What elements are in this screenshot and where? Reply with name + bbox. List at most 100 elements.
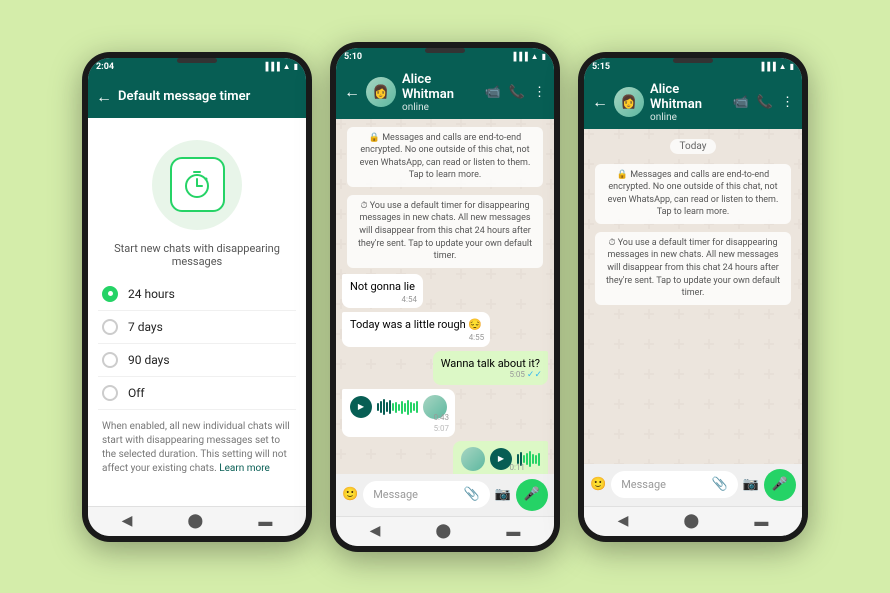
msg-time-1: 4:54 [402,294,417,305]
message-input-2[interactable]: Message 📎 [363,481,490,508]
play-button-received[interactable]: ▶ [350,396,372,418]
signal-icon-2: ▐▐▐ [511,52,528,61]
back-button-3[interactable]: ← [592,92,608,112]
phone-2-screen: 5:10 ▐▐▐ ▲ ▮ ← 👩 Alice Whitman online [336,48,554,546]
battery-icon-3: ▮ [790,62,794,71]
phone-1-screen: 2:04 ▐▐▐ ▲ ▮ ← Default message timer [88,58,306,536]
contact-info-3: Alice Whitman online [650,82,727,123]
msg-text-2: Today was a little rough 😔 [350,318,482,331]
msg-time-2: 4:55 [469,332,484,343]
radio-label-7d: 7 days [128,320,163,334]
nav-recents-icon[interactable]: ▬ [258,513,272,530]
learn-more-link[interactable]: Learn more [219,463,270,474]
status-icons-1: ▐▐▐ ▲ ▮ [263,62,298,71]
wave-bar [383,399,385,415]
mic-button-3[interactable]: 🎤 [764,469,796,501]
radio-item-90d[interactable]: 90 days [98,344,296,377]
chat-body-3: Today 🔒 Messages and calls are end-to-en… [584,129,802,464]
voice-call-icon-3[interactable]: 📞 [757,95,773,110]
radio-label-off: Off [128,386,145,400]
message-input-3[interactable]: Message 📎 [611,471,738,498]
signal-icon-3: ▐▐▐ [759,62,776,71]
camera-icon-2[interactable]: 📷 [495,487,511,502]
audio-msg-received: ▶ [342,389,455,437]
emoji-icon-3[interactable]: 🙂 [590,477,606,492]
header-actions-2: 📹 📞 ⋮ [485,85,546,100]
nav-recents-icon-3[interactable]: ▬ [754,513,768,530]
wave-bar [377,403,379,411]
chat-input-bar-3: 🙂 Message 📎 📷 🎤 [584,464,802,506]
msg-time-3: 5:05 ✓✓ [509,369,542,382]
more-options-icon-3[interactable]: ⋮ [781,95,794,110]
encryption-notice-2: 🔒 Messages and calls are end-to-end encr… [347,127,543,187]
avatar-img-3: 👩 [614,87,644,117]
nav-back-icon[interactable]: ◀ [122,513,133,529]
video-call-icon-3[interactable]: 📹 [733,95,749,110]
timer-illustration [152,140,242,230]
radio-90d[interactable] [102,352,118,368]
battery-icon: ▮ [294,62,298,71]
msg-wanna-talk: Wanna talk about it? 5:05 ✓✓ [433,351,548,385]
timer-svg [181,169,213,201]
radio-item-off[interactable]: Off [98,377,296,410]
msg-not-gonna-lie: Not gonna lie 4:54 [342,274,423,308]
nav-home-icon[interactable]: ⬤ [188,513,204,529]
attach-icon-2[interactable]: 📎 [464,487,480,502]
audio-avatar-sent [461,447,485,471]
radio-item-7d[interactable]: 7 days [98,311,296,344]
mic-button-2[interactable]: 🎤 [516,479,548,511]
wave-bar [416,401,418,413]
wave-bar [413,403,415,411]
encryption-notice-3: 🔒 Messages and calls are end-to-end encr… [595,164,791,224]
phone-3-notch [673,58,713,63]
phone-3: 5:15 ▐▐▐ ▲ ▮ ← 👩 Alice Whitman online [578,52,808,542]
back-button-2[interactable]: ← [344,82,360,102]
wave-bar [392,403,394,411]
avatar-img-2: 👩 [366,77,396,107]
emoji-icon-2[interactable]: 🙂 [342,487,358,502]
radio-7d[interactable] [102,319,118,335]
nav-recents-icon-2[interactable]: ▬ [506,523,520,540]
wave-bar [404,403,406,412]
wave-bar [380,401,382,413]
voice-call-icon[interactable]: 📞 [509,85,525,100]
nav-back-icon-3[interactable]: ◀ [618,513,629,529]
radio-off[interactable] [102,385,118,401]
nav-bar-3: ◀ ⬤ ▬ [584,506,802,536]
nav-bar-2: ◀ ⬤ ▬ [336,516,554,546]
more-options-icon[interactable]: ⋮ [533,85,546,100]
avatar-3[interactable]: 👩 [614,87,644,117]
date-divider-3: Today [670,139,717,154]
radio-group: 24 hours 7 days 90 days Off [98,278,296,410]
contact-name-3[interactable]: Alice Whitman [650,82,727,112]
attach-icon-3[interactable]: 📎 [712,477,728,492]
nav-back-icon-2[interactable]: ◀ [370,523,381,539]
contact-name-2[interactable]: Alice Whitman [402,72,479,102]
timer-inner [170,157,225,212]
video-call-icon[interactable]: 📹 [485,85,501,100]
nav-bar-1: ◀ ⬤ ▬ [88,506,306,536]
back-button-1[interactable]: ← [96,87,112,107]
avatar-2[interactable]: 👩 [366,77,396,107]
wave-bar [407,400,409,415]
radio-item-24h[interactable]: 24 hours [98,278,296,311]
status-icons-3: ▐▐▐ ▲ ▮ [759,62,794,71]
chat-header-2: ← 👩 Alice Whitman online 📹 📞 ⋮ [336,66,554,119]
phone-2: 5:10 ▐▐▐ ▲ ▮ ← 👩 Alice Whitman online [330,42,560,552]
settings-header: ← Default message timer [88,76,306,118]
wifi-icon: ▲ [283,62,291,71]
radio-label-24h: 24 hours [128,287,175,301]
wifi-icon-2: ▲ [531,52,539,61]
nav-home-icon-2[interactable]: ⬤ [436,523,452,539]
wave-bar [386,402,388,412]
disappear-notice-3: ⏱ You use a default timer for disappeari… [595,232,791,305]
wave-bar [389,400,391,414]
contact-status-2: online [402,102,479,113]
radio-24h[interactable] [102,286,118,302]
chat-header-3: ← 👩 Alice Whitman online 📹 📞 ⋮ [584,76,802,129]
contact-status-3: online [650,112,727,123]
wave-bar [401,401,403,414]
nav-home-icon-3[interactable]: ⬤ [684,513,700,529]
camera-icon-3[interactable]: 📷 [743,477,759,492]
phone-notch [177,58,217,63]
